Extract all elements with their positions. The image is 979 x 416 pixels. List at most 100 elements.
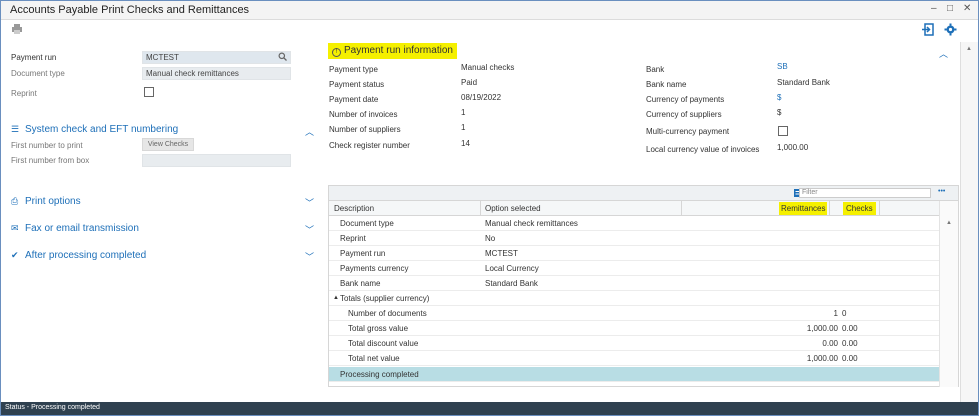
toolbar [1, 20, 978, 42]
document-type-field: Manual check remittances [142, 67, 291, 80]
section-fax-email-title: Fax or email transmission [25, 223, 139, 234]
bank-value[interactable]: SB [777, 62, 788, 71]
payment-type-label: Payment type [329, 65, 378, 74]
number-of-suppliers-label: Number of suppliers [329, 125, 401, 134]
col-option-selected[interactable]: Option selected [485, 204, 541, 213]
cell-description: Document type [340, 219, 394, 228]
table-row[interactable]: Payment run MCTEST [329, 246, 939, 261]
chevron-up-icon[interactable]: ︿ [939, 47, 948, 60]
document-type-label: Document type [11, 69, 65, 78]
check-register-value: 14 [461, 139, 470, 148]
cell-option: No [485, 234, 496, 243]
results-pane: ! Payment run information ︿ Payment type … [319, 42, 959, 402]
multi-currency-checkbox[interactable] [778, 126, 788, 136]
cell-description: Number of documents [348, 309, 427, 318]
col-description[interactable]: Description [334, 204, 374, 213]
scroll-up-icon[interactable]: ▲ [946, 220, 952, 226]
currency-of-payments-value[interactable]: $ [777, 93, 781, 102]
status-bar: Status - Processing completed [1, 402, 978, 415]
page-scrollbar[interactable]: ▲ [960, 42, 978, 402]
local-currency-value: 1,000.00 [777, 143, 809, 152]
table-row[interactable]: Total discount value 0.00 0.00 [329, 336, 939, 351]
grid-header: Description Option selected Remittances … [329, 201, 939, 216]
section-print-options-title: Print options [25, 196, 81, 207]
chevron-down-icon[interactable]: ﹀ [305, 223, 314, 236]
minimize-button[interactable]: – [931, 3, 937, 14]
col-checks[interactable]: Checks [843, 202, 876, 215]
column-separator [480, 201, 481, 216]
table-row[interactable]: Total net value 1,000.00 0.00 [329, 351, 939, 366]
first-number-box-field[interactable] [142, 154, 291, 167]
close-button[interactable]: ✕ [963, 3, 971, 14]
section-system-check[interactable]: ☰ System check and EFT numbering [11, 124, 178, 135]
payment-type-value: Manual checks [461, 63, 515, 72]
reprint-checkbox[interactable] [144, 87, 154, 97]
cell-option: Standard Bank [485, 279, 538, 288]
currency-of-suppliers-value: $ [777, 108, 782, 117]
window-title: Accounts Payable Print Checks and Remitt… [10, 4, 250, 16]
printer-icon[interactable] [11, 23, 23, 38]
cell-description: Total discount value [348, 339, 419, 348]
payment-run-label: Payment run [11, 53, 57, 62]
cell-checks: 0.00 [842, 354, 858, 363]
cell-remittances: 0.00 [822, 339, 838, 348]
first-number-box-label: First number from box [11, 156, 90, 165]
table-row[interactable]: Total gross value 1,000.00 0.00 [329, 321, 939, 336]
scroll-up-icon[interactable]: ▲ [966, 46, 972, 52]
cell-description: Reprint [340, 234, 366, 243]
cell-description: Payments currency [340, 264, 409, 273]
section-system-check-title: System check and EFT numbering [25, 124, 179, 135]
grid-filter-input[interactable]: Filter [799, 188, 931, 198]
cell-checks: 0.00 [842, 324, 858, 333]
bank-name-value: Standard Bank [777, 78, 830, 87]
cell-remittances: 1,000.00 [806, 354, 838, 363]
cell-remittances: 1,000.00 [806, 324, 838, 333]
group-label: Totals (supplier currency) [340, 294, 430, 303]
column-separator [829, 201, 830, 216]
table-row[interactable]: Bank name Standard Bank [329, 276, 939, 291]
collapse-triangle-icon[interactable]: ▲ [333, 295, 339, 301]
column-separator [681, 201, 682, 216]
table-row[interactable]: Reprint No [329, 231, 939, 246]
check-circle-icon: ✔ [11, 250, 19, 260]
chevron-up-icon[interactable]: ︿ [305, 125, 314, 138]
group-row[interactable]: ▲ Totals (supplier currency) [329, 291, 939, 306]
cell-option: Manual check remittances [485, 219, 578, 228]
payment-run-value: MCTEST [146, 53, 179, 62]
section-after-processing[interactable]: ✔ After processing completed [11, 250, 146, 261]
table-row[interactable]: Number of documents 1 0 [329, 306, 939, 321]
processing-completed-row[interactable]: Processing completed [329, 367, 939, 382]
payment-status-label: Payment status [329, 80, 385, 89]
section-fax-email[interactable]: ✉ Fax or email transmission [11, 223, 139, 234]
grid-scrollbar[interactable]: ▲ [939, 201, 958, 387]
multi-currency-label: Multi-currency payment [646, 127, 730, 136]
view-checks-button[interactable]: View Checks [142, 138, 194, 151]
cell-description: Total gross value [348, 324, 409, 333]
number-of-suppliers-value: 1 [461, 123, 466, 132]
payment-run-information-title: Payment run information [344, 45, 453, 56]
payment-run-field[interactable]: MCTEST [142, 51, 291, 64]
exit-icon[interactable] [921, 23, 934, 39]
cell-description: Payment run [340, 249, 386, 258]
table-row[interactable]: Document type Manual check remittances [329, 216, 939, 231]
cell-option: Local Currency [485, 264, 539, 273]
bank-label: Bank [646, 65, 665, 74]
bank-name-label: Bank name [646, 80, 687, 89]
cell-option: MCTEST [485, 249, 518, 258]
status-text: Status - Processing completed [5, 404, 100, 411]
first-number-label: First number to print [11, 141, 83, 150]
maximize-button[interactable]: □ [947, 3, 953, 14]
chevron-down-icon[interactable]: ﹀ [305, 250, 314, 263]
more-options-icon[interactable]: ••• [938, 188, 945, 195]
gear-icon[interactable] [944, 23, 957, 39]
reprint-label: Reprint [11, 89, 37, 98]
table-row[interactable]: Payments currency Local Currency [329, 261, 939, 276]
section-print-options[interactable]: ⎙ Print options [11, 196, 81, 207]
chevron-down-icon[interactable]: ﹀ [305, 196, 314, 209]
grid-toolbar: Filter ••• [329, 186, 958, 201]
search-icon[interactable] [278, 52, 287, 64]
payment-status-value: Paid [461, 78, 478, 87]
col-remittances[interactable]: Remittances [779, 202, 828, 215]
number-of-invoices-value: 1 [461, 108, 466, 117]
envelope-icon: ✉ [11, 223, 19, 233]
